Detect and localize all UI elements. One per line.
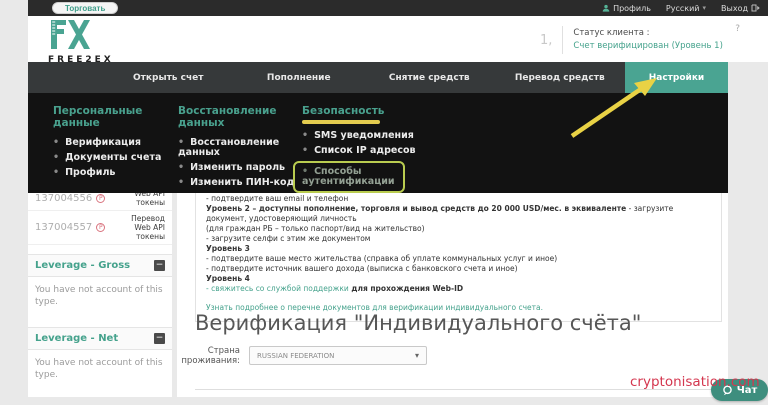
logout-icon <box>751 4 760 12</box>
chevron-down-icon: ▾ <box>703 4 707 12</box>
menu-item-data-recovery[interactable]: •Восстановление данных <box>178 138 296 158</box>
verification-levels-box: Уровень 1 – доступны открытие торгового … <box>195 177 722 322</box>
logout-menu-item[interactable]: Выход <box>721 4 760 13</box>
level4-line: - свяжитесь со службой поддержки для про… <box>206 284 711 294</box>
profile-label: Профиль <box>613 4 651 13</box>
section-header-leverage-net[interactable]: Leverage - Net − <box>28 327 172 350</box>
menu-item-verification[interactable]: •Верификация <box>53 138 178 148</box>
level3-title: Уровень 3 <box>206 244 711 254</box>
menu-item-account-documents[interactable]: •Документы счета <box>53 153 178 163</box>
level4-title: Уровень 4 <box>206 274 711 284</box>
level1-item: - подтвердите ваш email и телефон <box>206 194 711 204</box>
bullet-icon: • <box>178 162 184 173</box>
chevron-down-icon: ▾ <box>415 351 419 360</box>
top-bar: Торговать Профиль Русский ▾ Выход <box>28 0 768 16</box>
country-select[interactable]: RUSSIAN FEDERATION ▾ <box>249 346 427 365</box>
tab-withdrawal[interactable]: Снятие средств <box>364 62 495 93</box>
tab-deposit[interactable]: Пополнение <box>234 62 365 93</box>
account-row[interactable]: 137004557 Р Перевод Web API токены <box>28 211 172 245</box>
logout-label: Выход <box>721 4 748 13</box>
bullet-icon: • <box>53 137 59 148</box>
section-header-leverage-gross[interactable]: Leverage - Gross − <box>28 254 172 277</box>
profile-icon <box>602 4 610 12</box>
currency-icon: Р <box>96 223 105 232</box>
main-content: Уровень 1 – доступны открытие торгового … <box>177 193 728 397</box>
step-number: 1, <box>540 33 552 48</box>
status-label: Статус клиента : <box>573 27 723 40</box>
menu-item-change-password[interactable]: •Изменить пароль <box>178 163 296 173</box>
account-number: 137004557 <box>35 222 92 233</box>
main-nav: Открыть счет Пополнение Снятие средств П… <box>28 62 728 93</box>
yellow-highlight-underline <box>302 120 380 124</box>
section-title: Leverage - Net <box>35 333 118 344</box>
trade-button[interactable]: Торговать <box>52 2 118 14</box>
watermark-text: cryptonisation.com <box>630 374 760 390</box>
level3-item2: - подтвердите источник вашего дохода (вы… <box>206 264 711 274</box>
language-menu-item[interactable]: Русский ▾ <box>666 4 706 13</box>
settings-dropdown: Персональные данные •Верификация •Докуме… <box>28 93 728 193</box>
top-menu: Профиль Русский ▾ Выход <box>602 0 760 16</box>
level2-geo-note: (для граждан РБ – только паспорт/вид на … <box>206 224 711 234</box>
menu-column-security: Безопасность •SMS уведомления •Список IP… <box>302 105 434 198</box>
bullet-icon: • <box>302 130 308 141</box>
menu-header-security: Безопасность <box>302 105 434 117</box>
language-label: Русский <box>666 4 700 13</box>
account-type-label: Перевод <box>105 214 165 223</box>
section-body-text: You have not account of this type. <box>28 277 172 318</box>
menu-column-recovery: Восстановление данных •Восстановление да… <box>178 105 296 193</box>
country-value: RUSSIAN FEDERATION <box>257 352 334 360</box>
country-label: Страна проживания: <box>178 346 240 366</box>
country-form-row: Страна проживания: RUSSIAN FEDERATION ▾ <box>178 346 427 366</box>
menu-item-auth-methods[interactable]: •Способы аутентификации <box>293 161 405 193</box>
bullet-icon: • <box>178 177 184 188</box>
tab-open-account[interactable]: Открыть счет <box>103 62 234 93</box>
menu-column-personal: Персональные данные •Верификация •Докуме… <box>53 105 178 183</box>
menu-item-change-pin[interactable]: •Изменить ПИН-код <box>178 178 296 188</box>
support-link[interactable]: - свяжитесь со службой поддержки <box>206 284 349 293</box>
status-value: Счет верифицирован (Уровень 1) <box>573 40 723 53</box>
app-window: Торговать Профиль Русский ▾ Выход <box>0 0 768 405</box>
level2-line: Уровень 2 – доступны пополнение, торговл… <box>206 204 711 224</box>
accounts-sidebar: 137004556 Р Web API токены 137004557 Р Пер… <box>28 186 172 397</box>
page-title: Верификация "Индивидуального счёта" <box>195 311 641 335</box>
section-title: Leverage - Gross <box>35 260 130 271</box>
account-type-label: Web API токены <box>105 223 165 241</box>
bullet-icon: • <box>53 152 59 163</box>
section-body-text: You have not account of this type. <box>28 350 172 391</box>
tab-transfer[interactable]: Перевод средств <box>495 62 626 93</box>
bullet-icon: • <box>302 145 308 156</box>
bullet-icon: • <box>53 167 59 178</box>
account-number: 137004556 <box>35 193 92 204</box>
collapse-icon[interactable]: − <box>154 333 165 344</box>
client-status-panel: 1, Статус клиента : Счет верифицирован (… <box>540 22 752 58</box>
level2-item: - загрузите селфи с этим же документом <box>206 234 711 244</box>
collapse-icon[interactable]: − <box>154 260 165 271</box>
tab-settings[interactable]: Настройки <box>625 62 728 93</box>
free2ex-logo-icon <box>48 19 92 50</box>
level3-item1: - подтвердите ваше место жительства (спр… <box>206 254 711 264</box>
menu-item-profile[interactable]: •Профиль <box>53 168 178 178</box>
menu-item-ip-list[interactable]: •Список IP адресов <box>302 146 434 156</box>
help-icon[interactable]: ? <box>735 24 740 34</box>
profile-menu-item[interactable]: Профиль <box>602 4 651 13</box>
site-header: FREE2EX 1, Статус клиента : Счет верифиц… <box>28 16 768 62</box>
menu-header-recovery: Восстановление данных <box>178 105 296 129</box>
menu-header-personal: Персональные данные <box>53 105 178 129</box>
logo[interactable]: FREE2EX <box>48 19 114 65</box>
menu-item-sms-notifications[interactable]: •SMS уведомления <box>302 131 434 141</box>
divider <box>562 26 563 54</box>
currency-icon: Р <box>96 194 105 203</box>
